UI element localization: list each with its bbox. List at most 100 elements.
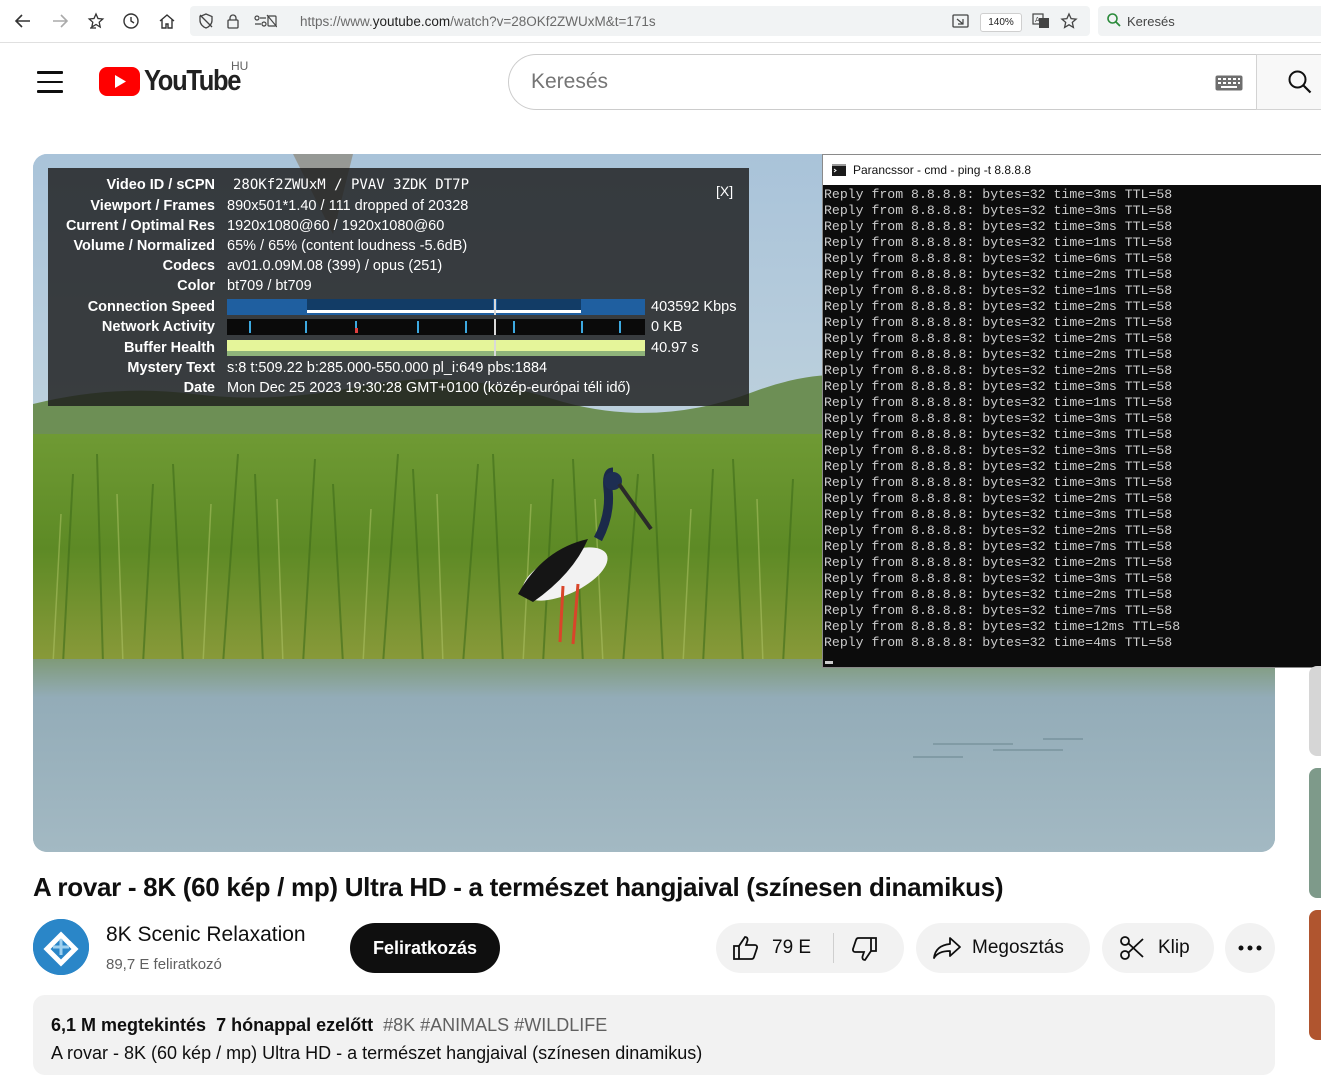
stat-row-mystery-text: Mystery Text s:8 t:509.22 b:285.000-550.… [48,360,749,380]
zoom-level[interactable]: 140% [980,13,1022,32]
channel-name[interactable]: 8K Scenic Relaxation [106,923,306,947]
cmd-output-line: Reply from 8.8.8.8: bytes=32 time=3ms TT… [824,379,1173,394]
search-input[interactable]: Keresés [508,54,1257,110]
address-bar[interactable]: https://www.youtube.com/watch?v=28OKf2ZW… [190,6,1090,36]
region-code: HU [231,59,249,73]
favorite-star-icon[interactable] [1060,12,1078,35]
cmd-output-line: Reply from 8.8.8.8: bytes=32 time=2ms TT… [824,587,1173,602]
youtube-header: YouTube HU Keresés [0,43,1321,123]
subscriber-count: 89,7 E feliratkozó [106,956,222,973]
more-actions-button[interactable] [1225,923,1275,973]
back-icon[interactable] [10,8,36,34]
tracking-prevention-icon[interactable] [198,13,214,34]
favorites-add-icon[interactable] [83,8,109,34]
cmd-output-line: Reply from 8.8.8.8: bytes=32 time=2ms TT… [824,331,1173,346]
stat-label: Buffer Health [123,340,215,356]
browser-search-box[interactable]: Keresés [1098,6,1321,36]
keyboard-icon[interactable] [1215,75,1243,96]
logo-text: YouTube [144,65,241,97]
stat-label: Video ID / sCPN [106,177,215,193]
cmd-output-line: Reply from 8.8.8.8: bytes=32 time=1ms TT… [824,283,1173,298]
search-button[interactable] [1256,54,1321,110]
dislike-button[interactable] [834,923,904,973]
stat-row-video-id: Video ID / sCPN 28OKf2ZWUxM / PVAV 3ZDK … [48,177,749,197]
stat-label: Date [183,380,215,396]
stat-row-buffer-health: Buffer Health 40.97 s [48,340,749,360]
clip-button[interactable]: Klip [1102,923,1214,973]
stat-label: Mystery Text [127,360,215,376]
more-horizontal-icon [1238,945,1262,951]
home-icon[interactable] [154,8,180,34]
stat-label: Viewport / Frames [90,198,215,214]
cmd-output-line: Reply from 8.8.8.8: bytes=32 time=3ms TT… [824,443,1173,458]
cmd-title-bar[interactable]: Parancssor - cmd - ping -t 8.8.8.8 [823,155,1321,185]
cmd-output-line: Reply from 8.8.8.8: bytes=32 time=2ms TT… [824,555,1173,570]
stat-label: Codecs [162,258,215,274]
browser-toolbar: https://www.youtube.com/watch?v=28OKf2ZW… [0,0,1321,43]
cmd-output-line: Reply from 8.8.8.8: bytes=32 time=3ms TT… [824,427,1173,442]
youtube-play-icon [99,67,140,96]
stat-value: bt709 / bt709 [227,278,312,294]
description-meta: 6,1 M megtekintés 7 hónappal ezelőtt #8K… [51,1015,607,1036]
stat-row-network-activity: Network Activity 0 KB [48,319,749,339]
share-label: Megosztás [972,937,1064,958]
stat-row-date: Date Mon Dec 25 2023 19:30:28 GMT+0100 (… [48,380,749,400]
lock-icon[interactable] [226,13,240,34]
screen-capture-icon[interactable] [952,13,970,34]
cmd-output-line: Reply from 8.8.8.8: bytes=32 time=2ms TT… [824,523,1173,538]
cmd-output-line: Reply from 8.8.8.8: bytes=32 time=2ms TT… [824,491,1173,506]
cmd-output-line: Reply from 8.8.8.8: bytes=32 time=7ms TT… [824,603,1173,618]
command-prompt-window[interactable]: Parancssor - cmd - ping -t 8.8.8.8 Reply… [822,154,1321,668]
view-count: 6,1 M megtekintés [51,1015,207,1035]
related-video-thumbnail[interactable] [1309,666,1321,756]
channel-avatar[interactable] [33,919,89,975]
stat-row-volume: Volume / Normalized 65% / 65% (content l… [48,238,749,258]
cmd-output-line: Reply from 8.8.8.8: bytes=32 time=2ms TT… [824,459,1173,474]
subscribe-button[interactable]: Feliratkozás [350,923,500,973]
stat-value: 65% / 65% (content loudness -5.6dB) [227,238,468,254]
cmd-output-line: Reply from 8.8.8.8: bytes=32 time=2ms TT… [824,315,1173,330]
url-text[interactable]: https://www.youtube.com/watch?v=28OKf2ZW… [300,14,656,29]
forward-icon[interactable] [47,8,73,34]
cmd-output-line: Reply from 8.8.8.8: bytes=32 time=12ms T… [824,619,1181,634]
network-activity-graph [227,319,645,335]
stat-label: Network Activity [101,319,215,335]
share-button[interactable]: Megosztás [916,923,1090,973]
thumbs-up-icon [733,936,759,960]
history-icon[interactable] [118,8,144,34]
search-icon [1287,69,1313,100]
cmd-output-line: Reply from 8.8.8.8: bytes=32 time=6ms TT… [824,251,1173,266]
stat-value: s:8 t:509.22 b:285.000-550.000 pl_i:649 … [227,360,548,376]
cmd-output-line: Reply from 8.8.8.8: bytes=32 time=2ms TT… [824,347,1173,362]
stat-row-viewport: Viewport / Frames 890x501*1.40 / 111 dro… [48,198,749,218]
stat-label: Color [177,278,215,294]
related-video-thumbnail[interactable] [1309,768,1321,898]
cmd-title: Parancssor - cmd - ping -t 8.8.8.8 [853,163,1032,177]
stat-value: av01.0.09M.08 (399) / opus (251) [227,258,443,274]
translate-icon[interactable]: A [1032,13,1050,34]
cmd-output-line: Reply from 8.8.8.8: bytes=32 time=3ms TT… [824,475,1173,490]
browser-search-placeholder: Keresés [1127,14,1175,29]
description-box[interactable]: 6,1 M megtekintés 7 hónappal ezelőtt #8K… [33,995,1275,1075]
stats-for-nerds-panel: [X] Video ID / sCPN 28OKf2ZWUxM / PVAV 3… [48,168,749,406]
like-button[interactable]: 79 E [716,923,832,973]
stat-value: 28OKf2ZWUxM / PVAV 3ZDK DT7P [233,177,470,193]
buffer-health-graph [227,340,645,356]
stat-label: Connection Speed [87,299,215,315]
menu-icon[interactable] [37,71,63,100]
stat-value: 403592 Kbps [651,299,737,315]
cmd-output-line: Reply from 8.8.8.8: bytes=32 time=2ms TT… [824,363,1173,378]
stat-value: 40.97 s [651,340,699,356]
permissions-icon[interactable] [253,13,278,34]
related-video-thumbnail[interactable] [1309,910,1321,1040]
upload-age: 7 hónappal ezelőtt [216,1015,374,1035]
stat-row-color: Color bt709 / bt709 [48,278,749,298]
stat-row-connection-speed: Connection Speed 403592 Kbps [48,299,749,319]
like-dislike-group: 79 E [716,923,904,973]
youtube-logo[interactable]: YouTube HU [99,59,248,101]
cmd-output-line: Reply from 8.8.8.8: bytes=32 time=3ms TT… [824,203,1173,218]
thumbs-down-icon [851,937,877,961]
cmd-output-line: Reply from 8.8.8.8: bytes=32 time=3ms TT… [824,187,1173,202]
hashtags[interactable]: #8K #ANIMALS #WILDLIFE [383,1015,607,1035]
stat-value: Mon Dec 25 2023 19:30:28 GMT+0100 (közép… [227,380,631,396]
